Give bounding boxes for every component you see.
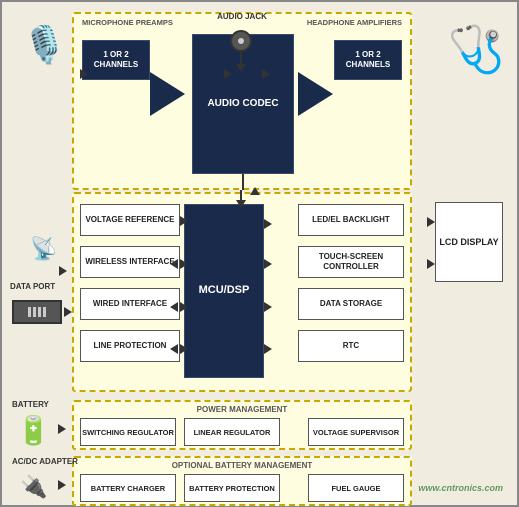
optional-battery-section: OPTIONAL BATTERY MANAGEMENT BATTERY CHAR… bbox=[72, 456, 412, 506]
audio-jack-label: AUDIO JACK bbox=[212, 12, 272, 21]
data-storage-box: DATA STORAGE bbox=[298, 288, 404, 320]
wired-arrow-l bbox=[170, 302, 178, 312]
right-amp-triangle bbox=[298, 72, 333, 116]
switching-reg-box: SWITCHING REGULATOR bbox=[80, 418, 176, 446]
jack-arrow-down bbox=[236, 64, 246, 72]
hp-amp-to-channels-arrow bbox=[262, 69, 270, 79]
led-backlight-box: LED/EL BACKLIGHT bbox=[298, 204, 404, 236]
line-protection-box: LINE PROTECTION bbox=[80, 330, 180, 362]
mcu-section-box: MCU/DSP VOLTAGE REFERENCE WIRELESS INTER… bbox=[72, 192, 412, 392]
codec-mcu-arrow bbox=[236, 200, 246, 208]
data-port-label: DATA PORT bbox=[10, 282, 55, 291]
vref-arrow bbox=[180, 216, 188, 226]
linep-arrow-l bbox=[170, 344, 178, 354]
wireless-interface-box: WIRELESS INTERFACE bbox=[80, 246, 180, 278]
headphone-amplifiers-label: HEADPHONE AMPLIFIERS bbox=[307, 18, 402, 27]
voltage-ref-box: VOLTAGE REFERENCE bbox=[80, 204, 180, 236]
linep-arrow-r bbox=[180, 344, 188, 354]
fuel-gauge-box: FUEL GAUGE bbox=[308, 474, 404, 502]
mic-channels-box: 1 OR 2 CHANNELS bbox=[82, 40, 150, 80]
mcu-dsp-box: MCU/DSP bbox=[184, 204, 264, 378]
voltage-sup-box: VOLTAGE SUPERVISOR bbox=[308, 418, 404, 446]
battery-label: BATTERY bbox=[12, 400, 49, 409]
stethoscope-icon: 🩺 bbox=[448, 22, 505, 77]
acdc-icon: 🔌 bbox=[20, 474, 47, 500]
audio-jack-icon bbox=[230, 30, 252, 52]
rtc-box: RTC bbox=[298, 330, 404, 362]
linear-reg-box: LINEAR REGULATOR bbox=[184, 418, 280, 446]
diagram-wrapper: MICROPHONE PREAMPS HEADPHONE AMPLIFIERS … bbox=[0, 0, 519, 507]
hp-channels-box: 1 OR 2 CHANNELS bbox=[334, 40, 402, 80]
wired-arrow-r bbox=[180, 302, 188, 312]
microphone-icon: 🎙️ bbox=[22, 24, 67, 66]
wired-interface-box: WIRED INTERFACE bbox=[80, 288, 180, 320]
battery-icon: 🔋 bbox=[16, 414, 51, 447]
optional-battery-label: OPTIONAL BATTERY MANAGEMENT bbox=[74, 461, 410, 470]
codec-to-mcu-line bbox=[242, 174, 244, 190]
data-port-icon bbox=[12, 300, 62, 324]
left-amp-triangle bbox=[150, 72, 185, 116]
led-to-lcd-arrow bbox=[427, 217, 435, 227]
mic-to-amp-arrow bbox=[80, 69, 88, 79]
touch-arrow bbox=[264, 259, 272, 269]
mcu-to-codec-arrow bbox=[250, 187, 260, 195]
audio-codec-box: AUDIO CODEC bbox=[192, 34, 294, 174]
battery-protection-box: BATTERY PROTECTION bbox=[184, 474, 280, 502]
battery-charger-box: BATTERY CHARGER bbox=[80, 474, 176, 502]
storage-arrow bbox=[264, 302, 272, 312]
antenna-icon: 📡 bbox=[30, 236, 57, 262]
acdc-arrow bbox=[58, 480, 66, 490]
codec-to-hp-arrow bbox=[224, 69, 232, 79]
antenna-arrow bbox=[59, 266, 67, 276]
microphone-preamps-label: MICROPHONE PREAMPS bbox=[82, 18, 173, 27]
lcd-display-box: LCD DISPLAY bbox=[435, 202, 503, 282]
power-mgmt-section: POWER MANAGEMENT SWITCHING REGULATOR LIN… bbox=[72, 400, 412, 450]
power-mgmt-label: POWER MANAGEMENT bbox=[74, 405, 410, 414]
touch-to-lcd-arrow bbox=[427, 259, 435, 269]
led-arrow bbox=[264, 219, 272, 229]
dataport-arrow bbox=[64, 307, 72, 317]
battery-arrow bbox=[58, 424, 66, 434]
rtc-arrow bbox=[264, 344, 272, 354]
wireless-arrow-l bbox=[170, 259, 178, 269]
watermark: www.cntronics.com bbox=[418, 483, 503, 493]
touch-screen-box: TOUCH-SCREEN CONTROLLER bbox=[298, 246, 404, 278]
wireless-arrow-r bbox=[180, 259, 188, 269]
acdc-label: AC/DC ADAPTER bbox=[12, 457, 78, 466]
